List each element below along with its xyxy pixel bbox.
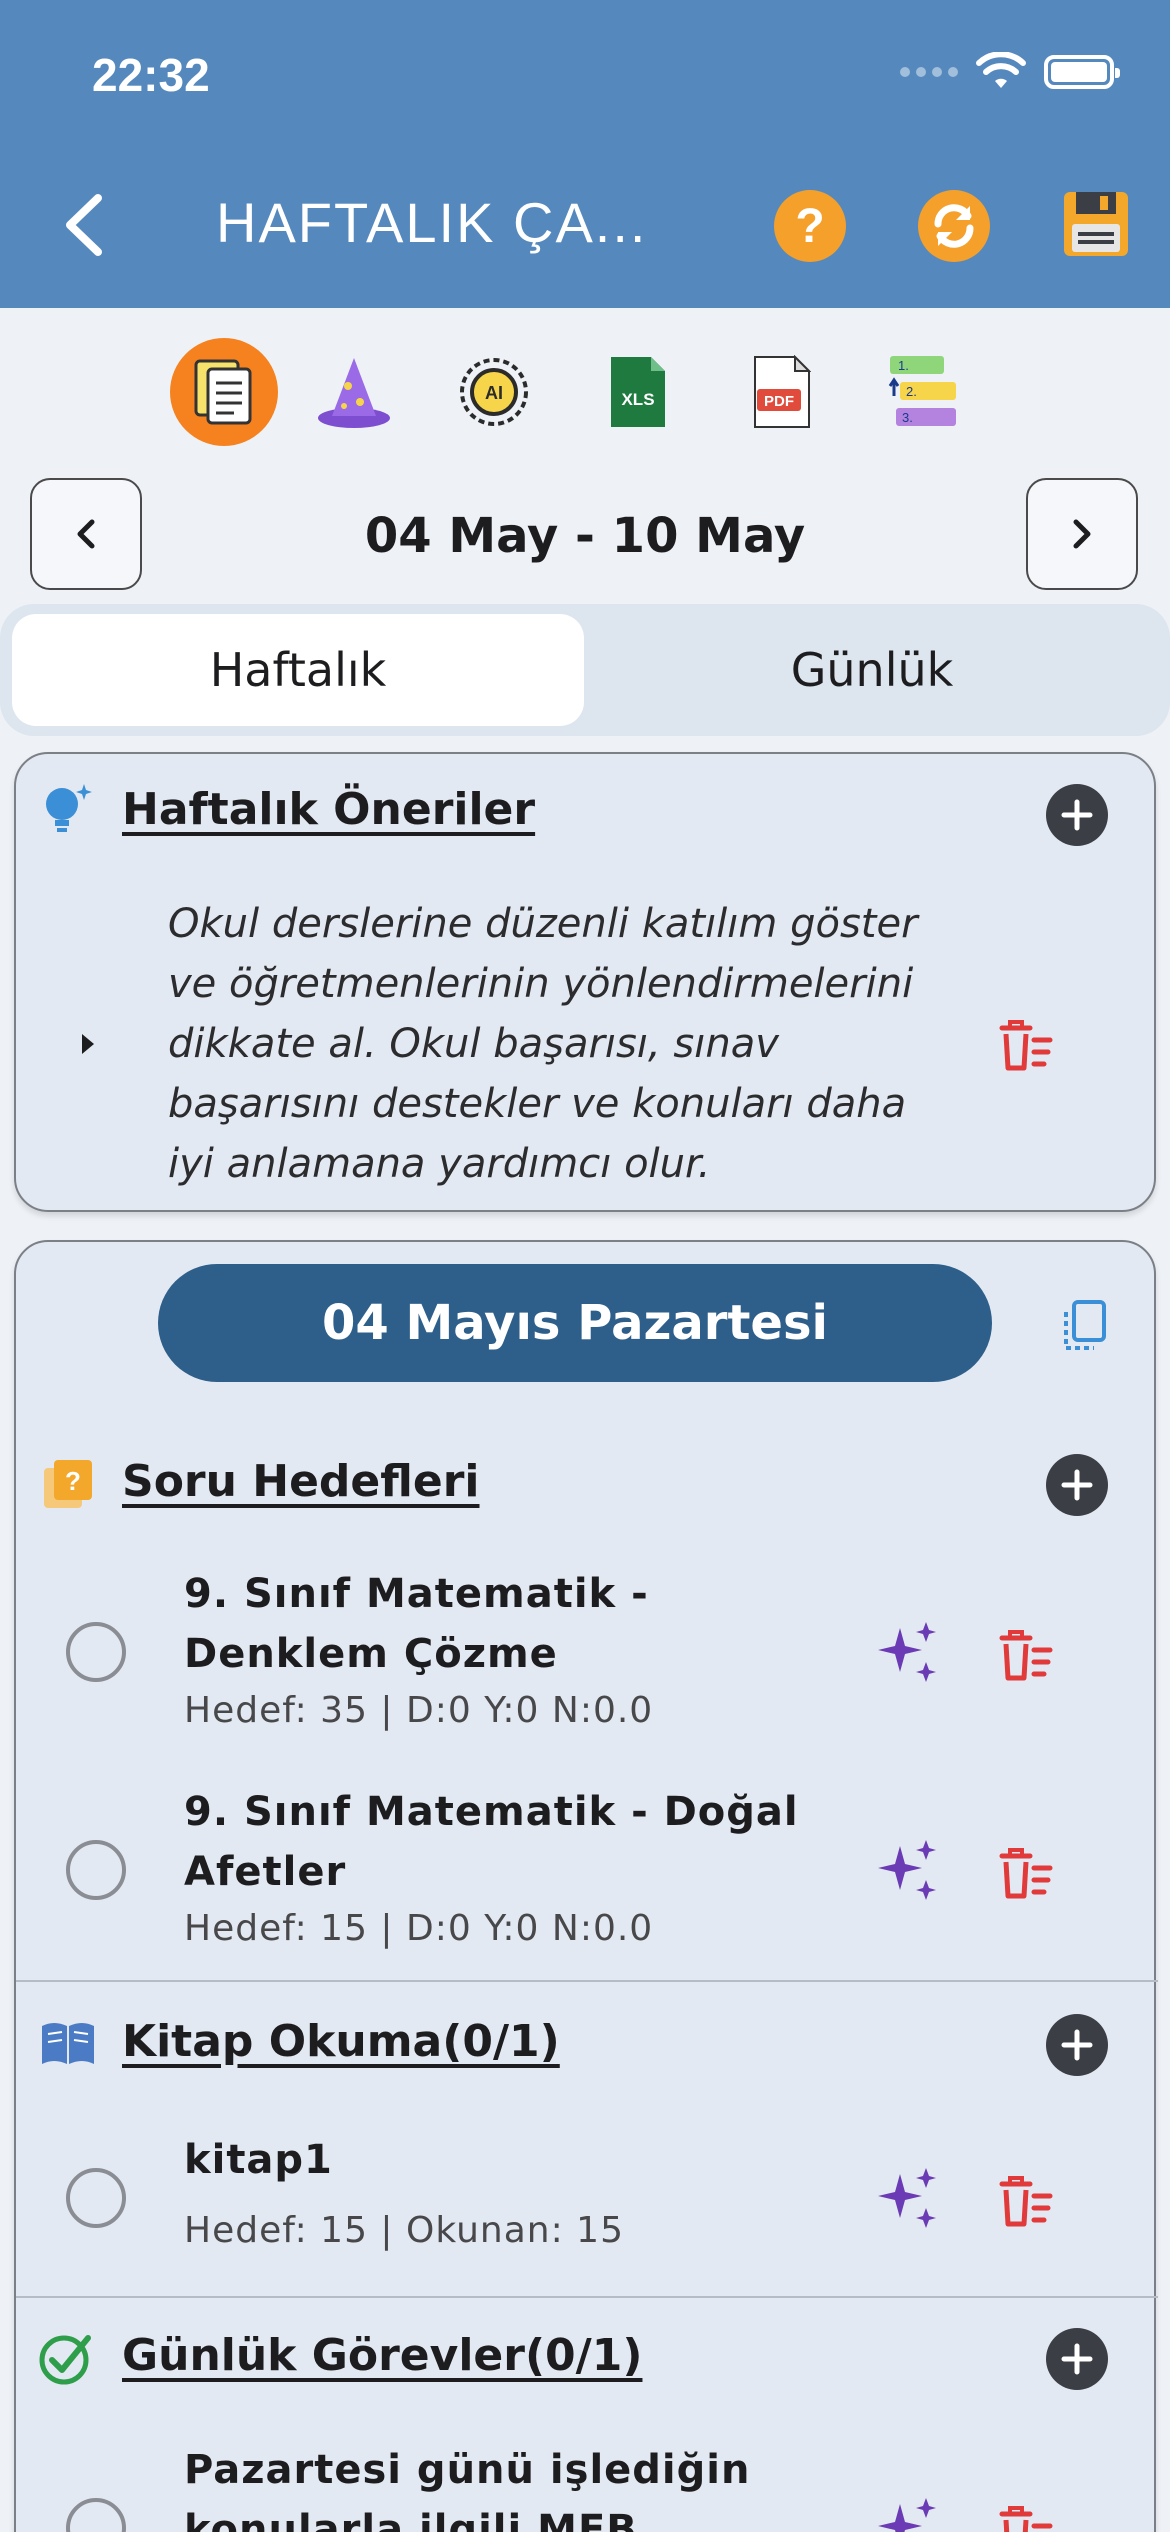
chevron-right-icon	[1073, 519, 1091, 549]
question-notes-icon: ?	[44, 1460, 92, 1508]
plus-icon	[1061, 799, 1093, 831]
book-title: kitap1	[184, 2137, 333, 2183]
clipboard-button[interactable]	[170, 338, 278, 446]
app-bar: 22:32 HAFTALIK ÇA... ?	[0, 0, 1170, 308]
page-title: HAFTALIK ÇA...	[216, 191, 648, 254]
weekly-plan-screen: 22:32 HAFTALIK ÇA... ? AI XLS PDF 1. 2. …	[0, 0, 1170, 2532]
back-button[interactable]	[56, 190, 116, 260]
wizard-button[interactable]	[300, 338, 408, 446]
export-pdf-button[interactable]: PDF	[728, 338, 836, 446]
status-icons	[900, 52, 1120, 92]
complete-checkbox[interactable]	[66, 1622, 126, 1682]
date-navigation: 04 May - 10 May	[30, 478, 1140, 590]
goal-subtitle: Hedef: 35 | D:0 Y:0 N:0.0	[184, 1690, 654, 1731]
delete-icon[interactable]	[996, 2172, 1056, 2232]
clipboard-icon	[194, 359, 252, 425]
goal-title: 9. Sınıf Matematik - Doğal Afetler	[184, 1789, 799, 1895]
check-circle-icon	[39, 2335, 91, 2385]
view-mode-tabs: Haftalık Günlük	[0, 604, 1170, 736]
xls-file-icon: XLS	[611, 357, 665, 427]
ai-label: AI	[485, 383, 503, 403]
cellular-signal-icon	[900, 67, 958, 77]
list-number-2: 2.	[906, 384, 917, 399]
plus-icon	[1061, 1469, 1093, 1501]
add-book-button[interactable]	[1046, 2014, 1108, 2076]
goal-title: 9. Sınıf Matematik - Denklem Çözme	[184, 1571, 649, 1677]
tab-daily[interactable]: Günlük	[586, 614, 1158, 726]
ai-button[interactable]: AI	[440, 338, 548, 446]
divider	[16, 1980, 1158, 1982]
add-question-goal-button[interactable]	[1046, 1454, 1108, 1516]
weekly-suggestions-card: Haftalık Öneriler Okul derslerine düzenl…	[14, 752, 1156, 1212]
chevron-left-icon	[66, 194, 102, 256]
delete-icon[interactable]	[996, 2502, 1056, 2532]
sparkle-icon[interactable]	[876, 1620, 942, 1686]
ai-gear-icon: AI	[460, 358, 528, 426]
day-card: 04 Mayıs Pazartesi ? Soru Hedefleri 9. S…	[14, 1240, 1158, 2532]
suggestion-text: Okul derslerine düzenli katılım göster v…	[168, 901, 918, 1187]
lightbulb-icon	[46, 784, 92, 832]
pdf-file-icon: PDF	[754, 355, 811, 428]
sparkle-icon[interactable]	[876, 1838, 942, 1904]
battery-icon	[1044, 55, 1120, 89]
list-number-1: 1.	[898, 358, 909, 373]
help-button[interactable]: ?	[774, 190, 846, 262]
list-order-button[interactable]: 1. 2. 3.	[870, 338, 978, 446]
questions-title: Soru Hedefleri	[122, 1456, 480, 1507]
sync-button[interactable]	[918, 190, 990, 262]
plus-icon	[1061, 2343, 1093, 2375]
question-mark-icon: ?	[795, 199, 825, 253]
toolbar: AI XLS PDF 1. 2. 3.	[170, 338, 1000, 448]
delete-icon[interactable]	[996, 1016, 1056, 1076]
sparkle-icon[interactable]	[876, 2166, 942, 2232]
complete-checkbox[interactable]	[66, 2498, 126, 2532]
copy-icon[interactable]	[1060, 1298, 1108, 1354]
expand-caret-icon[interactable]	[78, 1032, 98, 1056]
add-suggestion-button[interactable]	[1046, 784, 1108, 846]
next-week-button[interactable]	[1026, 478, 1138, 590]
task-title: Pazartesi günü işlediğin konularla ilgil…	[184, 2447, 751, 2532]
delete-icon[interactable]	[996, 1844, 1056, 1904]
book-subtitle: Hedef: 15 | Okunan: 15	[184, 2210, 624, 2251]
sparkle-icon[interactable]	[876, 2496, 942, 2532]
week-range: 04 May - 10 May	[364, 508, 806, 564]
sync-icon	[934, 204, 974, 248]
add-task-button[interactable]	[1046, 2328, 1108, 2390]
wizard-hat-icon	[318, 358, 390, 428]
tab-weekly[interactable]: Haftalık	[12, 614, 584, 726]
complete-checkbox[interactable]	[66, 1840, 126, 1900]
open-book-icon	[42, 2023, 94, 2064]
divider	[16, 2296, 1158, 2298]
xls-label: XLS	[621, 390, 654, 409]
reading-title: Kitap Okuma(0/1)	[122, 2016, 560, 2067]
list-number-3: 3.	[902, 410, 913, 425]
goal-subtitle: Hedef: 15 | D:0 Y:0 N:0.0	[184, 1908, 654, 1949]
wifi-icon	[976, 52, 1026, 88]
day-label[interactable]: 04 Mayıs Pazartesi	[158, 1264, 992, 1382]
pdf-label: PDF	[764, 393, 794, 410]
export-xls-button[interactable]: XLS	[584, 338, 692, 446]
plus-icon	[1061, 2029, 1093, 2061]
complete-checkbox[interactable]	[66, 2168, 126, 2228]
tasks-title: Günlük Görevler(0/1)	[122, 2330, 643, 2381]
save-icon[interactable]	[1060, 188, 1132, 260]
numbered-list-icon: 1. 2. 3.	[888, 356, 956, 426]
suggestions-title: Haftalık Öneriler	[122, 784, 536, 835]
svg-text:?: ?	[65, 1466, 81, 1496]
status-time: 22:32	[92, 49, 210, 101]
delete-icon[interactable]	[996, 1626, 1056, 1686]
